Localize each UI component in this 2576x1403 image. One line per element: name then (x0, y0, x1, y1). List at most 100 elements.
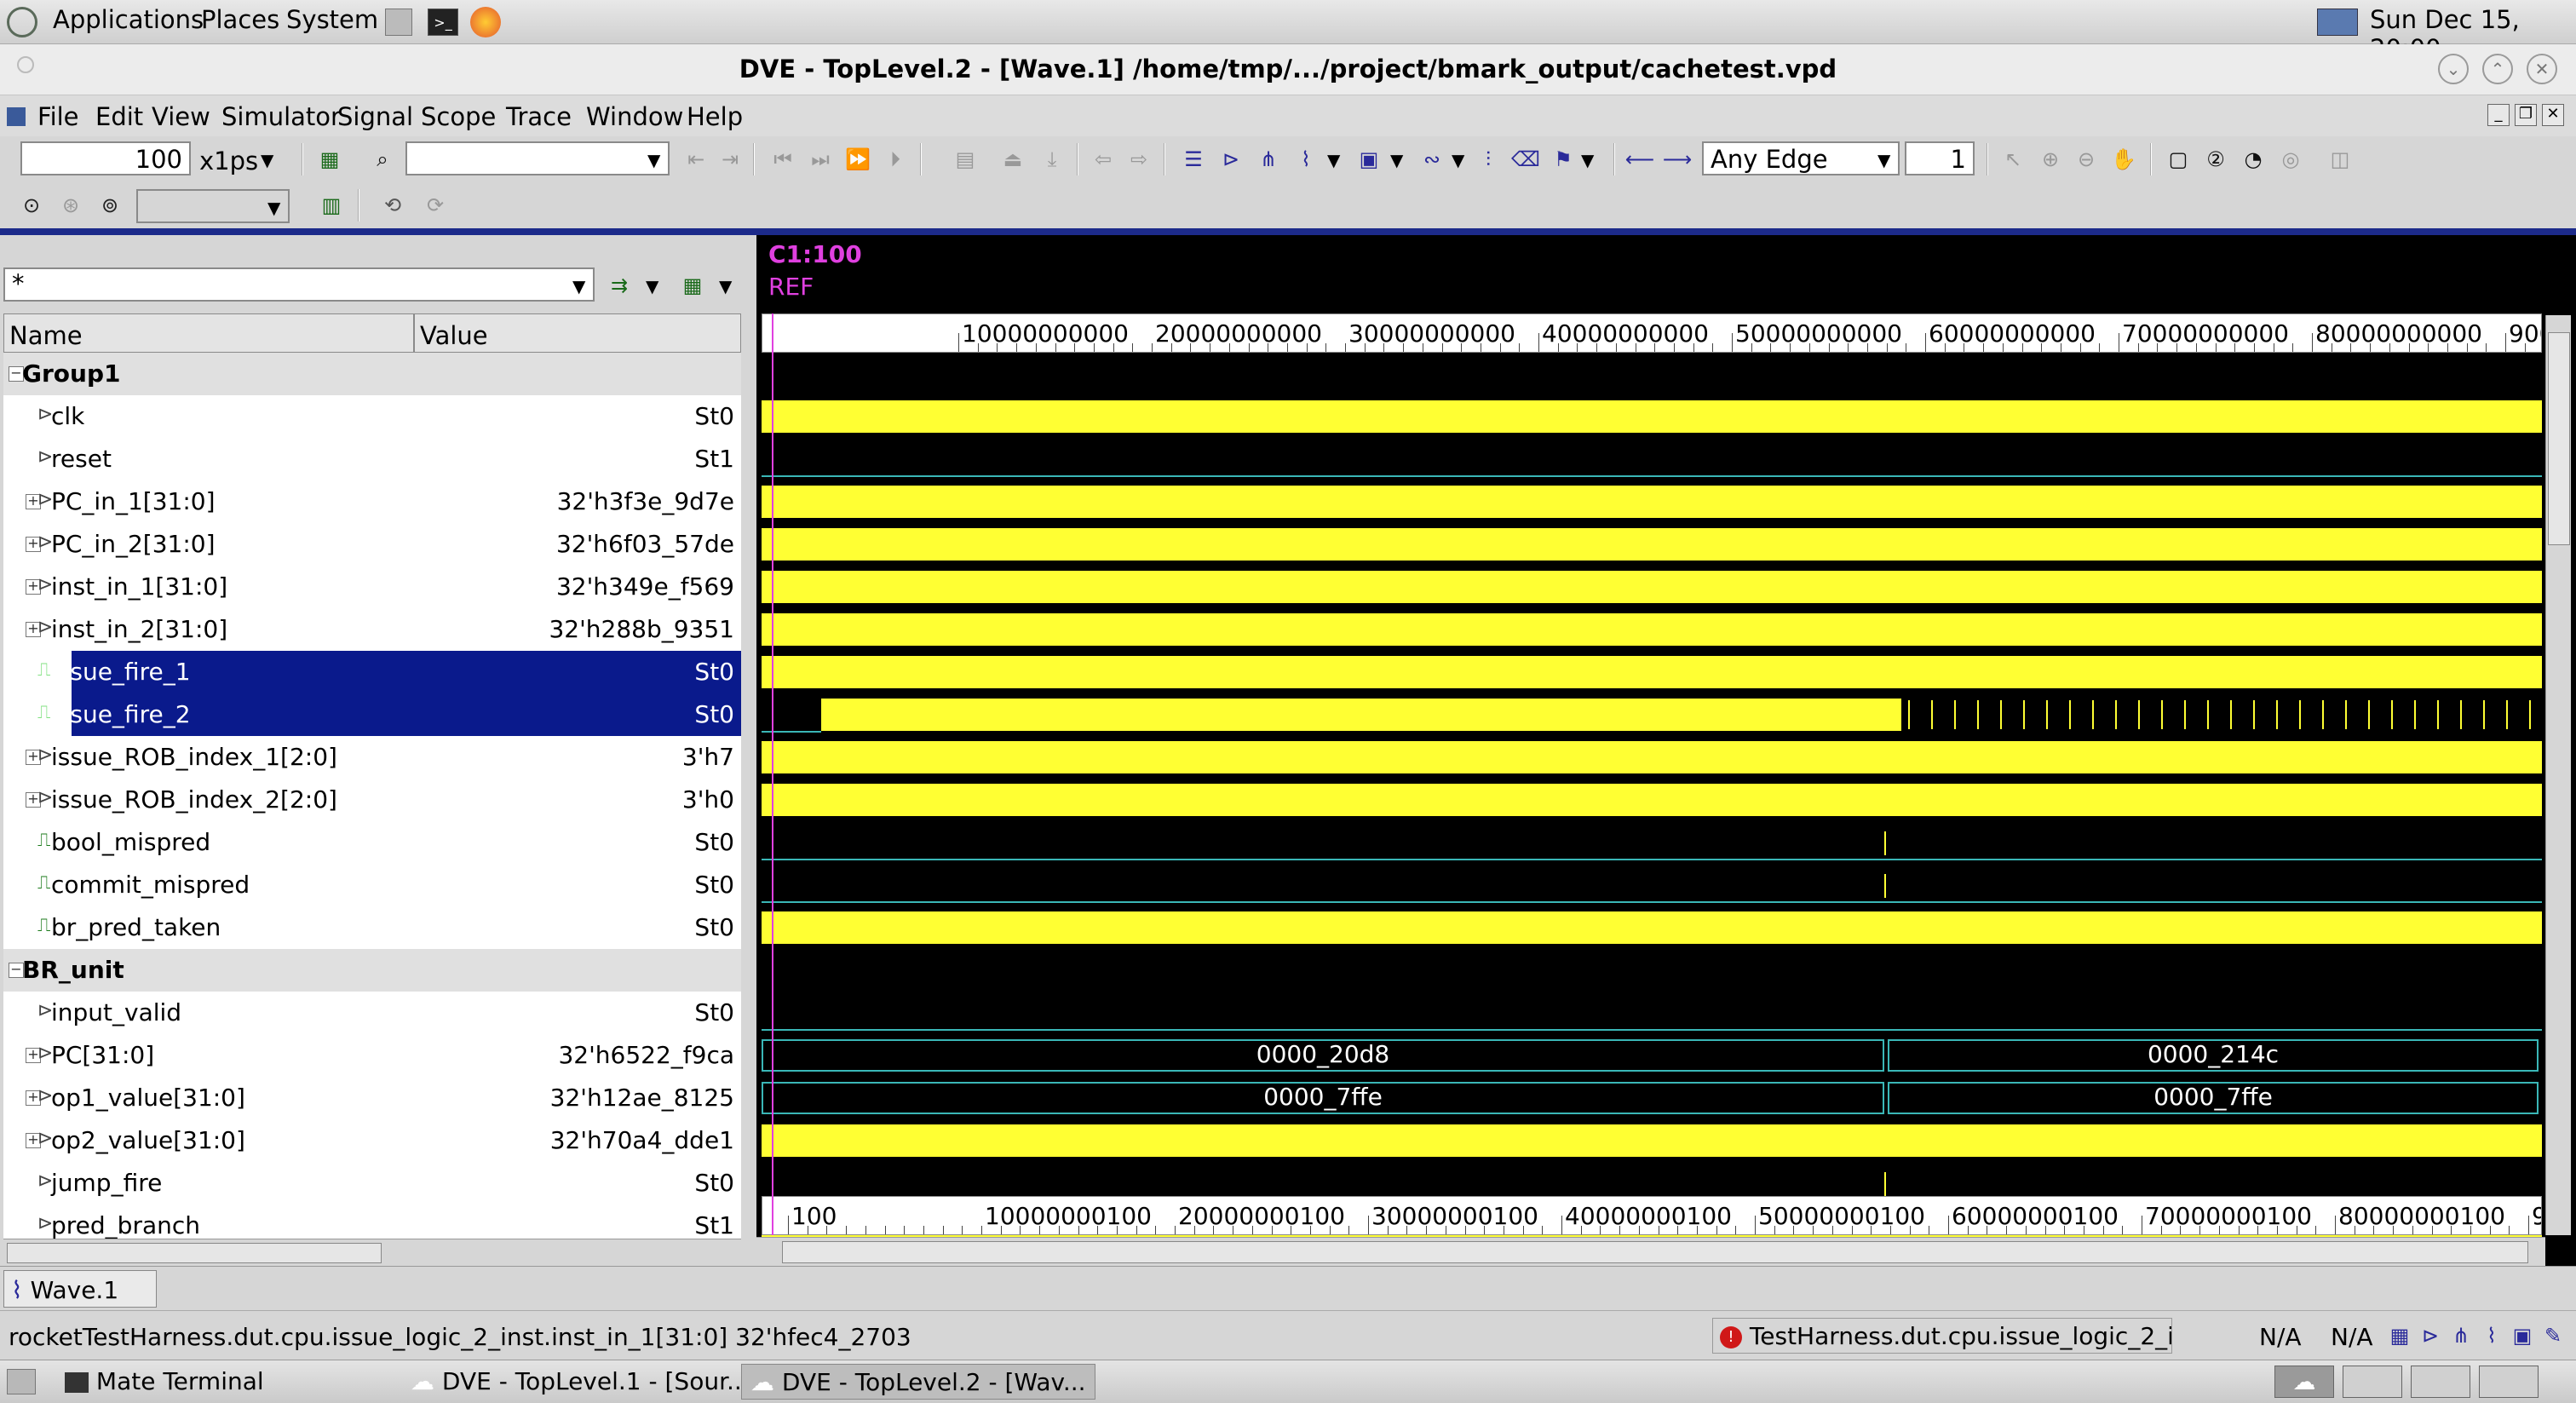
marker-dropdown-icon[interactable]: ▼ (1581, 150, 1594, 170)
menu-trace[interactable]: Trace (506, 102, 572, 131)
signal-row[interactable]: ⎍ issue_fire_1 St0 (3, 651, 741, 693)
signal-hscroll-thumb[interactable] (7, 1243, 382, 1263)
schematic-icon[interactable]: ⊳ (1216, 145, 1245, 174)
workspace-4-icon[interactable] (2479, 1366, 2539, 1398)
zoom-full-icon[interactable]: ▢ (2164, 145, 2193, 174)
page-icon[interactable]: ▤ (951, 145, 980, 174)
wave-trace[interactable] (762, 821, 2542, 864)
system-menu[interactable]: System (286, 5, 378, 34)
signal-row[interactable]: + ⊳ issue_ROB_index_2[2:0] 3'h0 (3, 779, 741, 821)
wave-trace[interactable] (762, 395, 2542, 438)
reload-db-icon[interactable]: ⟲ (378, 191, 407, 220)
wave-trace[interactable]: 0000_7ffe 0000_7ffe (762, 1077, 2542, 1119)
gnome-foot-icon[interactable] (7, 7, 37, 37)
signal-group-row[interactable]: − Group1 (3, 353, 741, 395)
mdi-close-icon[interactable]: ✕ (2542, 104, 2564, 126)
menu-file[interactable]: File (37, 102, 79, 131)
applications-menu[interactable]: Applications (53, 5, 204, 34)
menu-help[interactable]: Help (687, 102, 743, 131)
close-window-icon[interactable]: ✕ (2527, 54, 2557, 84)
status-view-1-icon[interactable]: ▦ (2385, 1321, 2414, 1350)
menu-scope[interactable]: Scope (421, 102, 496, 131)
signal-row[interactable]: ⊳ pred_branch St1 (3, 1205, 741, 1239)
workspace-1-icon[interactable]: ☁ (2274, 1366, 2334, 1398)
error-icon[interactable]: ! (1720, 1326, 1742, 1348)
edge-mode-select[interactable]: Any Edge (1702, 141, 1900, 175)
cursor-sync-icon[interactable]: ⊛ (56, 191, 85, 220)
mdi-restore-icon[interactable]: ❐ (2515, 104, 2537, 126)
display-options-icon[interactable]: ▦ (678, 271, 707, 300)
signal-row[interactable]: ⎍ issue_fire_2 St0 (3, 693, 741, 736)
list-view-dropdown-icon[interactable]: ▼ (1390, 150, 1403, 170)
time-unit-dropdown-icon[interactable]: ▼ (261, 150, 273, 170)
forward-arrow-icon[interactable]: ⇨ (1124, 145, 1153, 174)
time-ruler-top[interactable]: 10000000000 20000000000 30000000000 4000000… (762, 313, 2542, 353)
menu-view[interactable]: View (152, 102, 210, 131)
signal-row[interactable]: ⎍ br_pred_taken St0 (3, 906, 741, 949)
trace-load-icon[interactable]: ⫶ (1474, 145, 1503, 174)
signal-row[interactable]: + ⊳ inst_in_1[31:0] 32'h349e_f569 (3, 566, 741, 608)
wave-trace[interactable] (762, 608, 2542, 651)
status-view-3-icon[interactable]: ⋔ (2447, 1321, 2475, 1350)
wave-pane[interactable]: C1:100 REF 10000000000 20000000000 3000000… (756, 235, 2576, 1266)
search-dropdown-icon[interactable]: ▼ (647, 150, 660, 170)
find-binoculars-icon[interactable]: ⌕ (368, 145, 397, 174)
signal-row[interactable]: + ⊳ PC[31:0] 32'h6522_f9ca (3, 1034, 741, 1077)
signal-row[interactable]: + ⊳ PC_in_2[31:0] 32'h6f03_57de (3, 523, 741, 566)
list-view-icon[interactable]: ▣ (1354, 145, 1383, 174)
wave-trace[interactable] (762, 736, 2542, 779)
window-title-bar[interactable]: DVE - TopLevel.2 - [Wave.1] /home/tmp/..… (0, 44, 2576, 95)
status-view-6-icon[interactable]: ✎ (2539, 1321, 2567, 1350)
signal-row[interactable]: + ⊳ op1_value[31:0] 32'h12ae_8125 (3, 1077, 741, 1119)
task-mate-terminal[interactable]: Mate Terminal (56, 1364, 273, 1400)
name-column-header[interactable]: Name (3, 313, 414, 353)
show-desktop-icon[interactable] (7, 1369, 36, 1394)
task-dve-toplevel-1[interactable]: ☁ DVE - TopLevel.1 - [Sour... (402, 1364, 758, 1400)
step-back-icon[interactable]: ⏮ (768, 145, 797, 174)
signal-hscrollbar[interactable] (3, 1239, 741, 1266)
marker-select[interactable] (136, 189, 290, 223)
task-dve-toplevel-2[interactable]: ☁ DVE - TopLevel.2 - [Wav... (741, 1364, 1095, 1400)
step-icon[interactable]: ⏭ (806, 145, 835, 174)
edge-count-input[interactable]: 1 (1905, 141, 1975, 175)
signal-row[interactable]: + ⊳ issue_ROB_index_1[2:0] 3'h7 (3, 736, 741, 779)
search-signal-input[interactable] (405, 141, 670, 175)
signal-row[interactable]: ⊳ clk St0 (3, 395, 741, 438)
signal-row[interactable]: + ⊳ inst_in_2[31:0] 32'h288b_9351 (3, 608, 741, 651)
zoom-area-icon[interactable]: ◎ (2276, 145, 2305, 174)
wave-trace[interactable] (762, 651, 2542, 693)
eraser-icon[interactable]: ⌫ (1511, 145, 1540, 174)
menu-simulator[interactable]: Simulator (221, 102, 341, 131)
snapshot-icon[interactable]: ▦ (315, 145, 344, 174)
firefox-icon[interactable] (470, 7, 501, 37)
upload-icon[interactable]: ⏏ (998, 145, 1027, 174)
wave-trace[interactable] (762, 779, 2542, 821)
signal-row[interactable]: ⊳ reset St1 (3, 438, 741, 480)
path-schematic-icon[interactable]: ⋔ (1254, 145, 1283, 174)
signal-row[interactable]: ⎍ bool_mispred St0 (3, 821, 741, 864)
mdi-minimize-icon[interactable]: _ (2487, 104, 2510, 126)
wave-trace[interactable] (762, 353, 2542, 395)
status-view-5-icon[interactable]: ▣ (2508, 1321, 2537, 1350)
marker-list-icon[interactable]: ⊚ (95, 191, 124, 220)
trace-driver-dropdown-icon[interactable]: ▼ (1452, 150, 1464, 170)
workspace-3-icon[interactable] (2411, 1366, 2470, 1398)
marker-icon[interactable]: ⚑ (1549, 145, 1578, 174)
wave-view-icon[interactable]: ⌇ (1291, 145, 1320, 174)
refresh-icon[interactable]: ⟳ (421, 191, 450, 220)
display-options-dropdown-icon[interactable]: ▼ (719, 276, 732, 296)
continue-icon[interactable]: ⏵ (881, 145, 910, 174)
places-menu[interactable]: Places (201, 5, 279, 34)
filter-options-dropdown-icon[interactable]: ▼ (646, 276, 658, 296)
file-manager-icon[interactable] (385, 9, 412, 36)
wave-trace[interactable] (762, 864, 2542, 906)
wave-hscroll-thumb[interactable] (782, 1241, 2528, 1263)
signal-row[interactable]: ⊳ jump_fire St0 (3, 1162, 741, 1205)
zoom-fit-icon[interactable]: ◔ (2239, 145, 2268, 174)
wave-trace[interactable] (762, 438, 2542, 480)
signal-row[interactable]: + ⊳ PC_in_1[31:0] 32'h3f3e_9d7e (3, 480, 741, 523)
wave-view-dropdown-icon[interactable]: ▼ (1327, 150, 1340, 170)
wave-trace[interactable] (762, 566, 2542, 608)
terminal-launcher-icon[interactable]: >_ (428, 9, 458, 36)
signal-filter-input[interactable]: * (3, 267, 595, 302)
